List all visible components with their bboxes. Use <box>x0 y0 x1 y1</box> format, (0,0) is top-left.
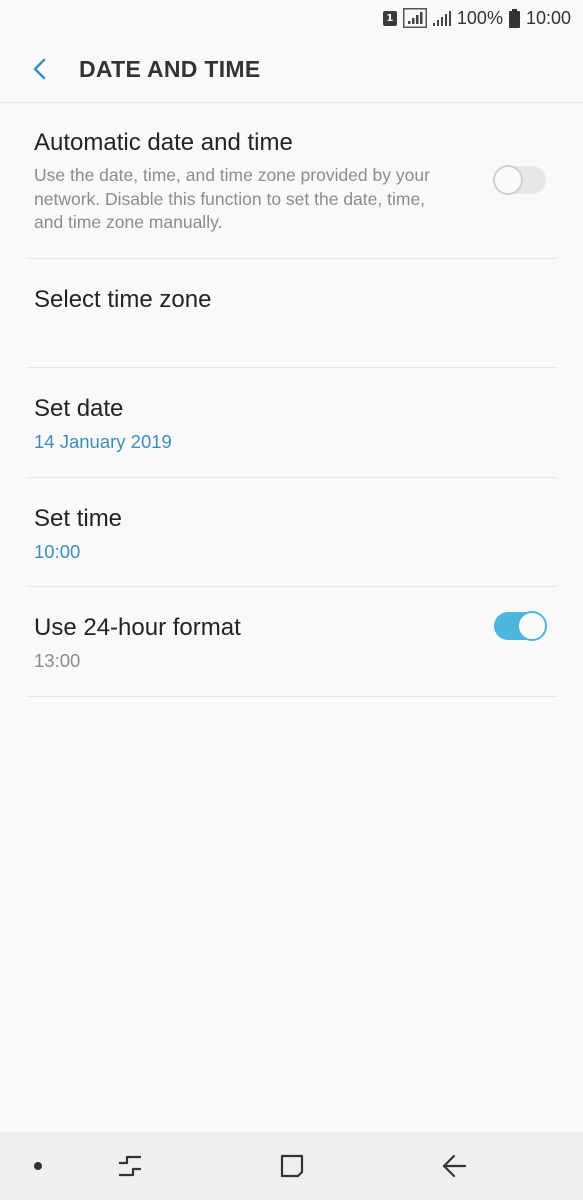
page-title: DATE AND TIME <box>79 55 261 82</box>
dot-icon <box>34 1162 42 1170</box>
set-time-value: 10:00 <box>34 541 81 562</box>
dot-button[interactable] <box>18 1132 58 1200</box>
recent-apps-icon <box>119 1155 141 1177</box>
automatic-date-time-toggle[interactable] <box>493 165 546 195</box>
navigation-bar <box>0 1132 583 1200</box>
use-24-hour-format-toggle[interactable] <box>494 611 547 641</box>
home-button[interactable] <box>270 1132 314 1200</box>
use-24-hour-format-title: Use 24-hour format <box>34 614 241 641</box>
home-icon <box>280 1154 304 1178</box>
status-clock: 10:00 <box>525 7 571 28</box>
battery-icon <box>508 8 520 28</box>
automatic-date-time-description: Use the date, time, and time zone provid… <box>34 165 430 232</box>
select-time-zone-row[interactable]: Select time zone <box>26 259 557 368</box>
automatic-date-time-row[interactable]: Automatic date and time Use the date, ti… <box>26 103 557 259</box>
battery-percentage: 100% <box>456 7 503 28</box>
signal-weak-icon <box>432 10 451 26</box>
set-time-title: Set time <box>34 505 123 532</box>
set-date-title: Set date <box>34 395 124 422</box>
sim-1-icon: 1 <box>382 10 397 26</box>
select-time-zone-title: Select time zone <box>34 286 212 313</box>
back-button[interactable] <box>20 49 60 89</box>
set-date-value: 14 January 2019 <box>34 431 172 452</box>
use-24-hour-format-example: 13:00 <box>34 650 81 671</box>
chevron-left-icon <box>33 58 46 80</box>
use-24-hour-format-row[interactable]: Use 24-hour format 13:00 <box>26 587 557 697</box>
back-nav-button[interactable] <box>432 1132 476 1200</box>
set-time-row[interactable]: Set time 10:00 <box>26 478 557 587</box>
toggle-knob <box>517 611 547 641</box>
recent-apps-button[interactable] <box>108 1132 152 1200</box>
settings-list: Automatic date and time Use the date, ti… <box>26 103 557 697</box>
status-bar: 1 100% 10:00 <box>0 0 583 36</box>
toggle-knob <box>493 165 523 195</box>
back-arrow-icon <box>442 1154 467 1178</box>
automatic-date-time-title: Automatic date and time <box>34 129 293 156</box>
signal-icon <box>402 8 427 28</box>
app-bar: DATE AND TIME <box>0 36 583 103</box>
set-date-row[interactable]: Set date 14 January 2019 <box>26 368 557 478</box>
